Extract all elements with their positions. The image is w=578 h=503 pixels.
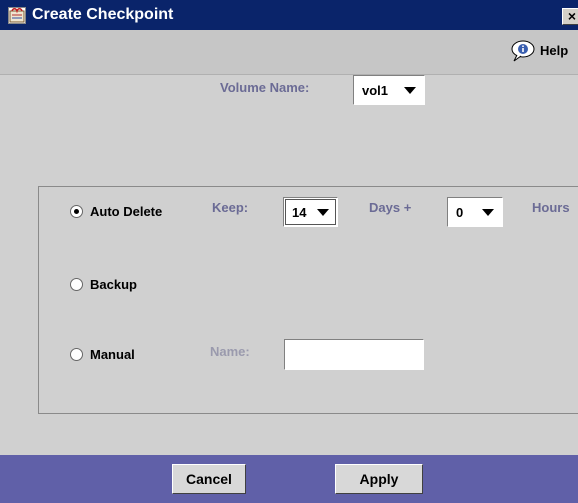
keep-hours-dropdown[interactable]: 0 <box>447 197 503 227</box>
backup-label[interactable]: Backup <box>90 277 137 292</box>
keep-days-value: 14 <box>292 205 307 220</box>
manual-label[interactable]: Manual <box>90 347 135 362</box>
volume-name-label: Volume Name: <box>220 80 310 95</box>
name-label: Name: <box>210 344 250 359</box>
backup-radio[interactable] <box>70 278 83 291</box>
manual-radio[interactable] <box>70 348 83 361</box>
apply-button[interactable]: Apply <box>335 464 423 494</box>
volume-name-value: vol1 <box>362 83 389 98</box>
close-icon[interactable]: × <box>562 8 578 25</box>
help-link[interactable]: Help <box>540 43 568 58</box>
auto-delete-radio[interactable] <box>70 205 83 218</box>
cancel-button[interactable]: Cancel <box>172 464 246 494</box>
window-title: Create Checkpoint <box>32 6 174 23</box>
app-icon <box>8 7 26 24</box>
checkpoint-name-input[interactable] <box>284 339 424 370</box>
button-bar: Cancel Apply <box>0 455 578 503</box>
volume-name-dropdown[interactable]: vol1 <box>353 75 425 105</box>
days-label: Days + <box>369 200 412 215</box>
create-checkpoint-dialog: Create Checkpoint × Help Volume Name: vo… <box>0 0 578 503</box>
hours-label: Hours <box>532 200 570 215</box>
keep-label: Keep: <box>212 200 249 215</box>
radio-selected-dot <box>74 209 79 214</box>
title-bar[interactable]: Create Checkpoint × <box>0 0 578 30</box>
keep-days-dropdown[interactable]: 14 <box>283 197 338 227</box>
help-toolbar: Help <box>0 30 578 75</box>
chevron-down-icon <box>317 209 329 216</box>
chevron-down-icon <box>482 209 494 216</box>
chevron-down-icon <box>404 87 416 94</box>
keep-hours-value: 0 <box>456 205 464 220</box>
help-speech-bubble-icon[interactable] <box>510 39 537 63</box>
auto-delete-label[interactable]: Auto Delete <box>90 204 162 219</box>
